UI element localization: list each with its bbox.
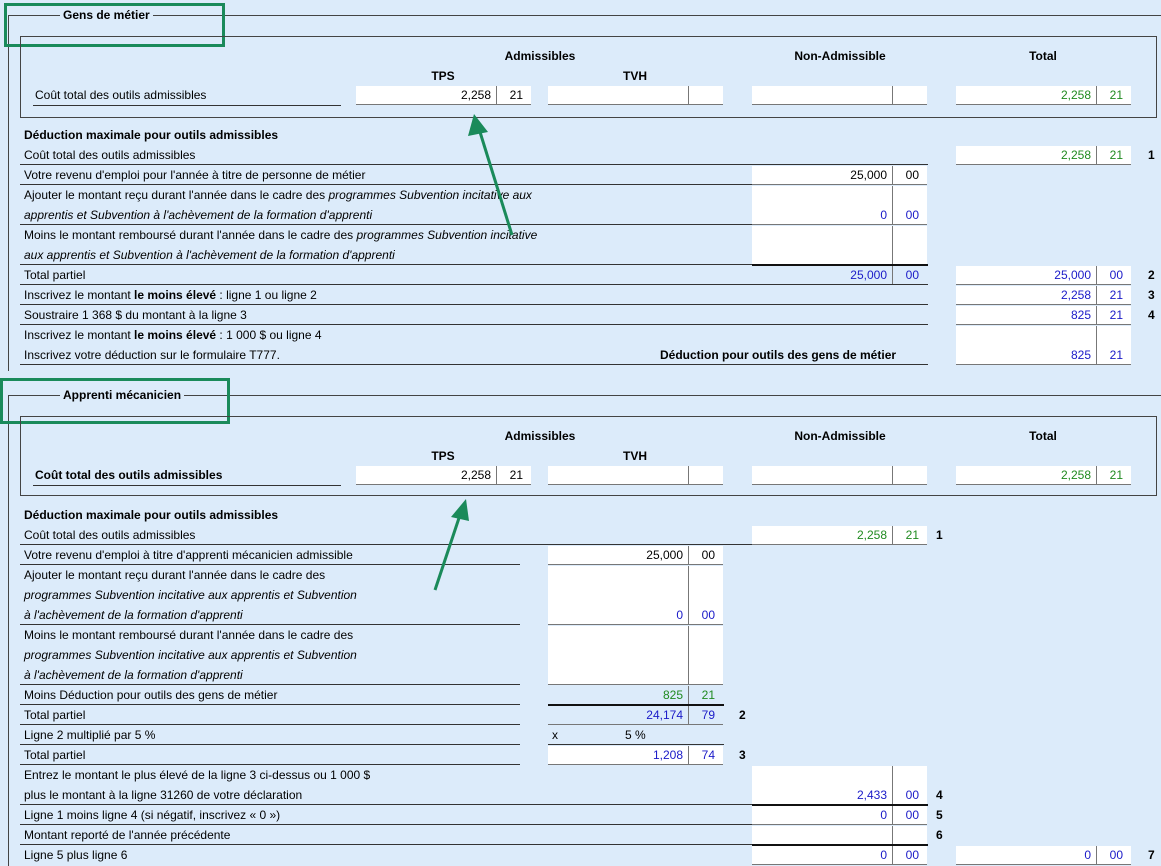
annotation-arrow-icon <box>468 114 514 236</box>
total-amount-field: 2,258 21 <box>956 466 1131 485</box>
moins-field[interactable] <box>548 626 723 685</box>
cout-total-label: Coût total des outils admissibles <box>35 88 207 102</box>
line2-field: 25,000 00 <box>956 266 1131 285</box>
row-moins-line2: programmes Subvention incitative aux app… <box>24 648 357 662</box>
divider <box>33 105 341 106</box>
total-partiel-values: 24,174 79 <box>548 706 723 725</box>
line-number-1: 1 <box>936 528 943 542</box>
total-amount-field: 2,258 21 <box>956 86 1131 105</box>
row-total-partiel: Total partiel <box>24 268 86 282</box>
row-ligne2-multiplie: Ligne 2 multiplié par 5 % <box>24 728 156 742</box>
line3-field: 1,208 74 <box>548 746 723 765</box>
row-revenu: Votre revenu d'emploi à titre d'apprenti… <box>24 548 353 562</box>
tvh-amount-field[interactable] <box>548 466 723 485</box>
header-admissibles: Admissibles <box>504 49 576 63</box>
row-moins-line3: à l'achèvement de la formation d'apprent… <box>24 668 243 682</box>
line1-field: 2,258 21 <box>956 146 1131 165</box>
divider <box>20 264 752 265</box>
row-moins-deduction: Moins Déduction pour outils des gens de … <box>24 688 278 702</box>
revenu-field[interactable]: 25,000 00 <box>548 546 723 565</box>
divider <box>548 744 724 745</box>
row-soustraire: Soustraire 1 368 $ du montant à la ligne… <box>24 308 247 322</box>
divider <box>33 485 341 486</box>
header-total: Total <box>1029 49 1057 63</box>
row-entrez-line2: plus le montant à la ligne 31260 de votr… <box>24 788 303 802</box>
cout-total-label: Coût total des outils admissibles <box>35 468 223 482</box>
non-admissible-amount-field[interactable] <box>752 86 927 105</box>
line-number-7: 7 <box>1148 848 1155 862</box>
line4-field: 825 21 <box>956 306 1131 325</box>
multiply-symbol: x <box>552 728 558 742</box>
line-number-1: 1 <box>1148 148 1155 162</box>
line5-field: 0 00 <box>752 806 927 825</box>
header-admissibles: Admissibles <box>504 429 576 443</box>
row-ajouter-line3: à l'achèvement de la formation d'apprent… <box>24 608 243 622</box>
line-number-5: 5 <box>936 808 943 822</box>
line-number-4: 4 <box>936 788 943 802</box>
header-non-admissible: Non-Admissible <box>794 429 886 443</box>
header-tvh: TVH <box>623 69 647 83</box>
row-inscrivez-moins-eleve: Inscrivez le montant le moins élevé : li… <box>24 288 317 302</box>
row-total-partiel: Total partiel <box>24 708 86 722</box>
row-ligne1-moins-ligne4: Ligne 1 moins ligne 4 (si négatif, inscr… <box>24 808 281 822</box>
row-total-partiel-2: Total partiel <box>24 748 86 762</box>
line-number-3: 3 <box>739 748 746 762</box>
row-moins-line2: aux apprentis et Subvention à l'achèveme… <box>24 248 395 262</box>
line-number-3: 3 <box>1148 288 1155 302</box>
divider <box>20 744 520 745</box>
header-tps: TPS <box>431 449 455 463</box>
line-number-4: 4 <box>1148 308 1155 322</box>
moins-field[interactable] <box>752 226 927 265</box>
row-moins-line1: Moins le montant remboursé durant l'anné… <box>24 628 354 642</box>
line1-field: 2,258 21 <box>752 526 927 545</box>
non-admissible-amount-field[interactable] <box>752 466 927 485</box>
deduction-max-title: Déduction maximale pour outils admissibl… <box>24 128 279 142</box>
line6-field[interactable] <box>752 826 927 845</box>
annotation-arrow-icon <box>433 499 469 591</box>
row-ajouter-line2: programmes Subvention incitative aux app… <box>24 588 357 602</box>
row-inscrivez-deduction: Inscrivez votre déduction sur le formula… <box>24 348 280 362</box>
total-partiel-inner-values: 25,000 00 <box>850 266 919 284</box>
tvh-amount-field[interactable] <box>548 86 723 105</box>
row-inscrivez-1000: Inscrivez le montant le moins élevé : 1 … <box>24 328 322 342</box>
row-montant-reporte: Montant reporté de l'année précédente <box>24 828 231 842</box>
rate-value: 5 % <box>625 728 646 742</box>
header-tps: TPS <box>431 69 455 83</box>
deduction-gens-de-metier-label: Déduction pour outils des gens de métier <box>660 348 897 362</box>
tps-amount-field[interactable]: 2,258 21 <box>356 86 531 105</box>
header-tvh: TVH <box>623 449 647 463</box>
row-ajouter-line1: Ajouter le montant reçu durant l'année d… <box>24 568 326 582</box>
deduction-field: 825 21 <box>956 326 1131 365</box>
tps-amount-field[interactable]: 2,258 21 <box>356 466 531 485</box>
line-number-2: 2 <box>739 708 746 722</box>
moins-deduction-values: 825 21 <box>662 686 715 704</box>
ajouter-field[interactable]: 0 00 <box>548 566 723 625</box>
row-revenu: Votre revenu d'emploi pour l'année à tit… <box>24 168 366 182</box>
divider <box>20 844 752 845</box>
row-ajouter-line2: apprentis et Subvention à l'achèvement d… <box>24 208 373 222</box>
line3-field: 2,258 21 <box>956 286 1131 305</box>
line-number-6: 6 <box>936 828 943 842</box>
line7-inner-field: 0 00 <box>752 846 927 865</box>
divider <box>20 364 928 365</box>
row-cout-total: Coût total des outils admissibles <box>24 148 196 162</box>
line7-field: 0 00 <box>956 846 1131 865</box>
deduction-max-title: Déduction maximale pour outils admissibl… <box>24 508 279 522</box>
divider <box>20 704 520 705</box>
row-cout-total: Coût total des outils admissibles <box>24 528 196 542</box>
header-total: Total <box>1029 429 1057 443</box>
line4-field[interactable]: 2,433 00 <box>752 766 927 805</box>
row-entrez-line1: Entrez le montant le plus élevé de la li… <box>24 768 371 782</box>
header-non-admissible: Non-Admissible <box>794 49 886 63</box>
ajouter-field[interactable]: 0 00 <box>752 186 927 225</box>
revenu-field[interactable]: 25,000 00 <box>752 166 927 185</box>
line-number-2: 2 <box>1148 268 1155 282</box>
row-ligne5-plus-ligne6: Ligne 5 plus ligne 6 <box>24 848 128 862</box>
row-ajouter-line1: Ajouter le montant reçu durant l'année d… <box>24 188 532 202</box>
